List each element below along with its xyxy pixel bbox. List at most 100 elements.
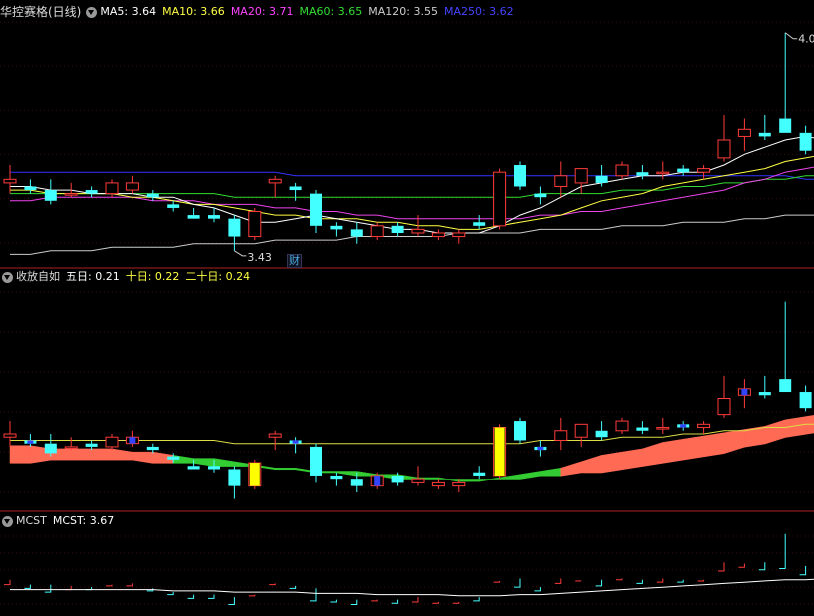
mcst-step — [391, 599, 399, 604]
low-marker — [234, 250, 247, 257]
mcst-step — [371, 599, 378, 602]
candle — [289, 186, 302, 191]
mcst-panel[interactable] — [4, 533, 814, 606]
mcst-step — [697, 579, 705, 582]
high-marker — [784, 32, 798, 40]
mcst-step — [412, 597, 419, 603]
ribbon-segment — [580, 455, 602, 474]
mcst-step — [452, 602, 460, 604]
highlight-bar — [494, 427, 505, 476]
bottom-legend: MCST MCST: 3.67 — [0, 512, 126, 530]
ribbon-segment — [70, 448, 92, 461]
ma-legend-item-5: MA250: 3.62 — [443, 5, 514, 18]
candle — [370, 225, 384, 238]
indicator-candle — [473, 472, 486, 476]
candle — [574, 168, 588, 184]
candle — [146, 193, 159, 198]
collapse-icon[interactable] — [2, 515, 13, 527]
candle — [431, 232, 445, 238]
mcst-step — [473, 597, 480, 602]
indicator-panel[interactable] — [3, 301, 814, 499]
signal-bar — [374, 475, 381, 486]
candle — [656, 171, 670, 175]
ribbon-segment — [560, 461, 582, 477]
candle — [64, 193, 78, 196]
indicator-candle — [330, 475, 343, 480]
ma-legend-item-3: MA60: 3.65 — [299, 5, 363, 18]
mcst-step — [126, 583, 133, 587]
ribbon-segment — [662, 438, 684, 464]
mcst-step — [187, 594, 195, 599]
ma250-line — [10, 171, 814, 180]
mcst-step — [779, 533, 786, 570]
indicator-candle — [44, 443, 57, 454]
ribbon-segment — [9, 445, 31, 464]
mcst-step — [310, 588, 317, 602]
main-title: 华控赛格(日线) — [0, 5, 82, 19]
ribbon-segment — [91, 448, 113, 461]
indicator-candle — [758, 392, 771, 396]
ribbon-segment — [703, 432, 725, 458]
indicator-candle — [656, 427, 670, 430]
ribbon-segment — [723, 429, 745, 455]
main-panel[interactable]: 4.03 3.43 — [3, 32, 814, 264]
mcst-step — [167, 592, 174, 596]
mcst-step — [106, 584, 113, 587]
indicator-candle — [717, 398, 731, 416]
ma10-line — [10, 155, 814, 230]
signal-bar — [680, 424, 687, 428]
candle — [411, 228, 425, 234]
mcst-step — [677, 579, 684, 583]
mid-title: 收放自如 — [16, 270, 60, 283]
ribbon-segment — [540, 467, 562, 477]
candle — [534, 193, 547, 198]
mcst-step — [330, 599, 337, 603]
signal-bar — [537, 446, 544, 451]
mid-legend-item-1: 十日: 0.22 — [125, 270, 180, 283]
ribbon-segment — [478, 477, 500, 482]
indicator-candle — [799, 392, 812, 409]
candle — [248, 211, 262, 238]
candle — [737, 128, 751, 137]
indicator-candle — [187, 466, 200, 470]
indicator-candle — [310, 446, 322, 476]
ribbon-segment — [642, 442, 664, 467]
mid-legend: 收放自如 五日: 0.21 十日: 0.22 二十日: 0.24 — [0, 268, 262, 286]
mcst-step — [636, 579, 643, 584]
indicator-candle — [779, 379, 792, 393]
candle — [473, 222, 486, 226]
indicator-candle — [350, 479, 363, 486]
ribbon-segment — [764, 419, 786, 445]
ribbon-segment — [193, 458, 215, 467]
candle — [44, 190, 57, 201]
ma-legend-item-2: MA20: 3.71 — [230, 5, 294, 18]
collapse-icon[interactable] — [2, 271, 13, 283]
mcst-step — [534, 587, 541, 592]
candle — [310, 193, 322, 226]
candle — [105, 182, 119, 195]
signal-bar — [27, 440, 34, 444]
indicator-candle — [411, 478, 425, 483]
event-badge[interactable]: 财 — [287, 254, 302, 268]
main-legend: 华控赛格(日线) MA5: 3.64 MA10: 3.66 MA20: 3.71 MA… — [0, 3, 526, 21]
candle — [615, 164, 629, 177]
collapse-icon[interactable] — [86, 6, 98, 18]
indicator-candle — [208, 466, 220, 470]
candle — [677, 168, 690, 173]
candle — [514, 165, 526, 187]
mcst-step — [269, 583, 276, 586]
indicator-candle — [697, 423, 711, 429]
low-label: 3.43 — [247, 251, 272, 264]
signal-bar — [129, 437, 136, 444]
candle — [595, 175, 608, 183]
ma-legend-item-0: MA5: 3.64 — [100, 5, 157, 18]
mid-legend-item-0: 五日: 0.21 — [66, 270, 120, 283]
indicator-candle — [514, 421, 526, 441]
candle — [187, 215, 200, 219]
candle — [125, 182, 139, 191]
bottom-legend-item-0: MCST: 3.67 — [52, 514, 115, 527]
candle — [228, 218, 241, 237]
indicator-candle — [431, 481, 445, 487]
mcst-step — [554, 578, 562, 584]
candle — [636, 172, 649, 176]
